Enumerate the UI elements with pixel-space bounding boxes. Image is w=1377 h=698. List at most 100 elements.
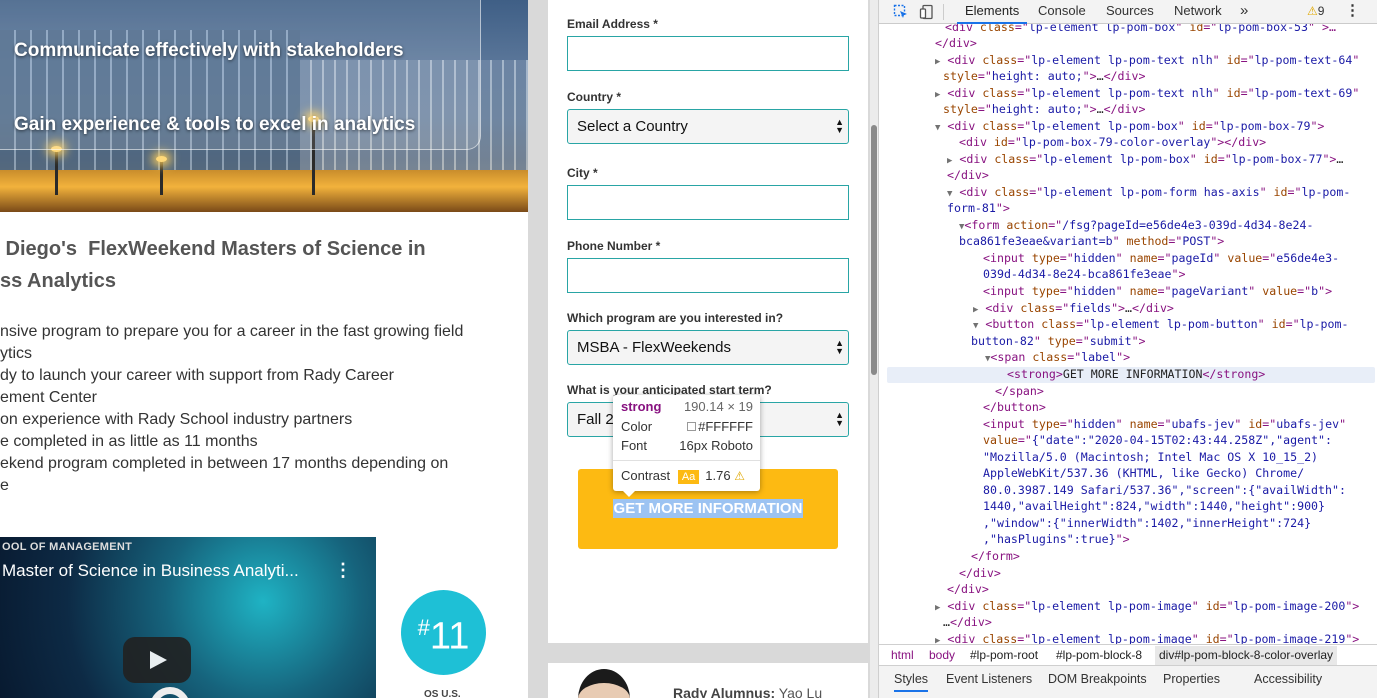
alumni-name: Yao Lu (775, 685, 823, 698)
dom-line[interactable]: style="height: auto;">…</div> (943, 68, 1145, 85)
country-selected-value: Select a Country (577, 118, 688, 135)
highlight-line: e completed in as little as 11 months (0, 433, 258, 450)
submit-button-label: GET MORE INFORMATION (613, 499, 803, 518)
device-toolbar-icon[interactable] (919, 4, 935, 20)
dom-line[interactable]: AppleWebKit/537.36 (KHTML, like Gecko) C… (983, 465, 1304, 482)
email-field[interactable] (567, 36, 849, 71)
hero-ground-lights (0, 170, 528, 212)
dom-line[interactable]: </div> (947, 167, 989, 184)
page-scrollbar[interactable] (870, 0, 878, 698)
tooltip-color-value: #FFFFFF (698, 419, 753, 434)
tab-event-listeners[interactable]: Event Listeners (946, 670, 1032, 692)
dom-line[interactable]: 80.0.3987.149 Safari/537.36","screen":{"… (983, 482, 1346, 499)
dom-line[interactable]: </div> (947, 581, 989, 598)
devtools-menu-icon[interactable]: ⋮ (1345, 0, 1360, 24)
program-selected-value: MSBA - FlexWeekends (577, 339, 731, 356)
dom-line[interactable]: …</div> (943, 614, 992, 631)
dom-line[interactable]: <input type="hidden" name="pageVariant" … (983, 283, 1332, 300)
dom-line[interactable]: style="height: auto;">…</div> (943, 101, 1145, 118)
styles-pane-tabs: Styles Event Listeners DOM Breakpoints P… (879, 666, 1377, 698)
program-content: Communicate effectively with stakeholder… (0, 0, 528, 698)
warnings-counter[interactable]: ⚠9 (1307, 0, 1324, 24)
dom-line[interactable]: ,"hasPlugins":true}"> (983, 531, 1130, 548)
highlight-line: nsive program to prepare you for a caree… (0, 323, 464, 340)
tab-network[interactable]: Network (1174, 0, 1222, 24)
dom-line[interactable]: form-81"> (947, 200, 1010, 217)
dom-line[interactable]: <input type="hidden" name="ubafs-jev" id… (983, 416, 1346, 433)
inspect-element-icon[interactable] (893, 4, 909, 20)
tab-elements[interactable]: Elements (957, 0, 1028, 24)
tab-styles[interactable]: Styles (894, 670, 929, 692)
dom-line[interactable]: ,"window":{"innerWidth":1402,"innerHeigh… (983, 515, 1311, 532)
ranking-badge: #11 (401, 590, 486, 675)
dom-line[interactable]: </div> (959, 565, 1001, 582)
warnings-count: 9 (1317, 4, 1325, 18)
breadcrumb-block[interactable]: #lp-pom-block-8 (1056, 648, 1142, 662)
tooltip-color-value-wrap: #FFFFFF (687, 419, 753, 434)
devtools-tab-bar: Elements Console Sources Network » ⚠9 ⋮ (879, 0, 1377, 24)
tooltip-tag-name: strong (621, 399, 662, 414)
video-title[interactable]: Master of Science in Business Analyti... (2, 561, 299, 581)
video-channel-name: OOL OF MANAGEMENT (2, 541, 133, 553)
dom-line[interactable]: button-82" type="submit"> (971, 333, 1146, 350)
dom-line[interactable]: ▶ <div class="lp-element lp-pom-box" id=… (947, 151, 1343, 170)
dom-line[interactable]: value="{"date":"2020-04-15T02:43:44.258Z… (983, 432, 1332, 449)
dom-line[interactable]: bca861fe3eae&variant=b" method="POST"> (959, 233, 1224, 250)
tooltip-contrast-label: Contrast (621, 468, 671, 483)
breadcrumb-root[interactable]: #lp-pom-root (970, 648, 1038, 662)
dom-line[interactable]: <div class="lp-element lp-pom-box" id="l… (945, 24, 1336, 36)
dom-line[interactable]: ▶ <div class="lp-element lp-pom-image" i… (935, 631, 1359, 644)
program-title: Diego's FlexWeekend Masters of Science i… (0, 233, 520, 297)
tab-sources[interactable]: Sources (1106, 0, 1154, 24)
ranking-number: #11 (401, 606, 486, 659)
program-title-line-1: Diego's FlexWeekend Masters of Science i… (0, 238, 426, 260)
phone-label: Phone Number * (567, 239, 661, 253)
tab-properties[interactable]: Properties (1163, 670, 1220, 692)
contrast-sample-icon: Aa (677, 470, 700, 484)
dom-line[interactable]: ▼<span class="label"> (985, 349, 1130, 368)
breadcrumb-overlay[interactable]: div#lp-pom-block-8-color-overlay (1155, 646, 1338, 665)
breadcrumb-html[interactable]: html (891, 648, 914, 662)
dom-line[interactable]: </span> (995, 383, 1044, 400)
color-swatch-icon (687, 422, 697, 431)
breadcrumb-body[interactable]: body (929, 648, 955, 662)
country-select[interactable]: Select a Country ▲ ▼ (567, 109, 849, 144)
dom-line[interactable]: </button> (983, 399, 1046, 416)
dom-line[interactable]: ▶ <div class="lp-element lp-pom-image" i… (935, 598, 1359, 617)
alumni-face (578, 669, 630, 698)
tooltip-font-label: Font (621, 438, 648, 453)
hero-line-2: Gain experience & tools to excel in anal… (14, 114, 416, 135)
tooltip-font-value: 16px Roboto (679, 438, 753, 453)
dom-tree[interactable]: <div class="lp-element lp-pom-box" id="l… (879, 24, 1377, 644)
dom-line[interactable]: 039d-4d34-8e24-bca861fe3eae"> (983, 266, 1185, 283)
video-more-options-icon[interactable]: ⋮ (334, 561, 352, 579)
dom-line-selected[interactable]: <strong>GET MORE INFORMATION</strong> (1007, 366, 1265, 383)
highlight-line: ement Center (0, 389, 97, 406)
play-button-icon[interactable] (123, 637, 191, 683)
tooltip-font-row: Font 16px Roboto (621, 438, 753, 453)
video-player[interactable]: OOL OF MANAGEMENT Master of Science in B… (0, 537, 376, 698)
highlight-line: dy to launch your career with support fr… (0, 367, 394, 384)
tab-console[interactable]: Console (1038, 0, 1086, 24)
dom-line[interactable]: </div> (935, 35, 977, 52)
ranking-caption: OS U.S. (424, 689, 461, 698)
dom-line[interactable]: </form> (971, 548, 1020, 565)
hero-line-1: Communicate effectively with stakeholder… (14, 40, 404, 61)
dom-line[interactable]: <div id="lp-pom-box-79-color-overlay"></… (959, 134, 1266, 151)
dom-line[interactable]: 1440,"availHeight":824,"width":1440,"hei… (983, 498, 1325, 515)
page-scrollbar-thumb[interactable] (871, 125, 877, 375)
program-select[interactable]: MSBA - FlexWeekends ▲ ▼ (567, 330, 849, 365)
program-title-line-2: ss Analytics (0, 270, 116, 292)
dom-line[interactable]: <input type="hidden" name="pageId" value… (983, 250, 1339, 267)
devtools-panel: Elements Console Sources Network » ⚠9 ⋮ … (878, 0, 1377, 698)
city-field[interactable] (567, 185, 849, 220)
alumni-label: Rady Alumnus: (673, 685, 776, 698)
phone-field[interactable] (567, 258, 849, 293)
highlight-line: e (0, 477, 9, 494)
dom-line[interactable]: "Mozilla/5.0 (Macintosh; Intel Mac OS X … (983, 449, 1318, 466)
more-tabs-icon[interactable]: » (1240, 0, 1248, 24)
tab-accessibility[interactable]: Accessibility (1254, 670, 1322, 692)
street-lamp (51, 146, 62, 195)
tab-dom-breakpoints[interactable]: DOM Breakpoints (1048, 670, 1147, 692)
dom-line[interactable]: ▼ <button class="lp-element lp-pom-butto… (973, 316, 1348, 335)
